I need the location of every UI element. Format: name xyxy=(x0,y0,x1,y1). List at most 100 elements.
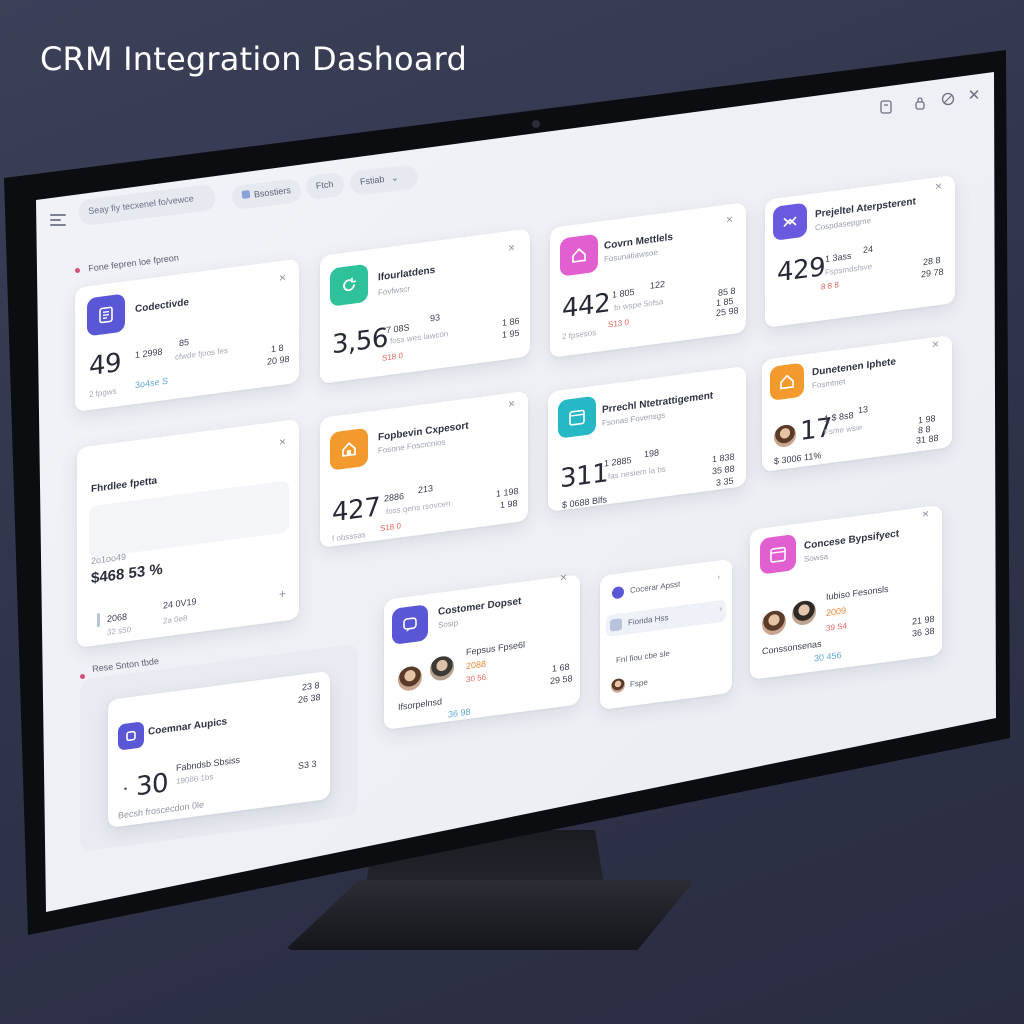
card-stat: 85 xyxy=(179,336,190,349)
lock-icon[interactable] xyxy=(912,96,928,112)
document-icon xyxy=(87,293,125,337)
card-note: cfwde fjoos fes xyxy=(175,345,228,362)
card-stat: 36 38 xyxy=(912,625,935,639)
close-icon[interactable]: × xyxy=(508,396,515,411)
card-stat: 26 38 xyxy=(298,692,321,705)
card-stat: 29 78 xyxy=(921,266,944,280)
card-subtitle: Fovfwscr xyxy=(378,284,410,298)
chart-placeholder xyxy=(89,480,289,559)
card-metric: 3,56 xyxy=(332,323,388,361)
filter-chip-2[interactable]: Ftch xyxy=(304,171,345,201)
card-stat: 1 $ 8s8 xyxy=(824,409,854,424)
integration-card[interactable]: Prejeltel Aterpsterent Cospdasepgme × 42… xyxy=(765,174,955,328)
close-icon[interactable]: × xyxy=(279,270,286,285)
card-stat: 1 2998 xyxy=(135,346,163,361)
chip-icon xyxy=(241,190,251,199)
webcam xyxy=(532,120,540,128)
integration-card[interactable]: Codectivde × 49 1 2998 85 cfwde fjoos fe… xyxy=(75,258,299,412)
financial-card[interactable]: Fhrdlee fpetta × 2o1oo49 $468 53 % 2068 … xyxy=(77,418,299,648)
plus-icon[interactable]: + xyxy=(279,586,286,601)
card-stat: 1 838 xyxy=(712,451,735,465)
card-footer: Ifsorpelnsd xyxy=(398,696,443,713)
integration-card[interactable]: Prrechl Ntetrattigement Fsonas Fovensgs … xyxy=(548,365,746,512)
chevron-right-icon: › xyxy=(719,603,722,614)
card-note: 2a 0e8 xyxy=(163,613,188,626)
card-value: $ 3006 11% xyxy=(774,450,822,467)
menu-icon[interactable] xyxy=(50,214,66,226)
chevron-right-icon: › xyxy=(717,572,720,582)
doc-icon[interactable] xyxy=(878,100,894,116)
globe-icon[interactable] xyxy=(940,92,956,108)
avatar xyxy=(790,597,818,629)
close-icon[interactable]: × xyxy=(726,212,733,227)
close-icon[interactable]: × xyxy=(279,434,286,449)
list-item[interactable]: Cocerar Apsst › xyxy=(608,568,724,605)
card-stat: 213 xyxy=(418,483,434,496)
card-footer: Conssonsenas xyxy=(762,638,822,657)
card-stat: 24 0V19 xyxy=(163,596,197,611)
section-dot xyxy=(80,674,85,679)
integration-card[interactable]: Dunetenen Iphete Fosmtnet × 17 1 $ 8s8 1… xyxy=(762,334,952,472)
card-stat: 21 98 xyxy=(912,613,935,627)
chevron-down-icon: ⌄ xyxy=(390,172,399,184)
card-note: f obsssas xyxy=(332,529,366,544)
card-delta: S18 0 xyxy=(382,351,403,363)
card-note: fo wspe 5ofsa xyxy=(614,297,664,313)
card-stat: 1 8 xyxy=(271,342,284,355)
close-icon[interactable]: × xyxy=(922,506,929,521)
card-title: Concese Bypsifyect xyxy=(804,528,900,552)
card-stat: 7 08S xyxy=(386,322,410,336)
close-icon[interactable]: × xyxy=(932,337,939,352)
integration-card[interactable]: Fopbevin Cxpesort Fosone Foscrcnios × 42… xyxy=(320,390,528,548)
integration-card[interactable]: Ifourlatdens Fovfwscr × 3,56 7 08S 93 fo… xyxy=(320,228,530,384)
avatar xyxy=(396,662,424,695)
card-subtitle: Sosip xyxy=(438,618,459,630)
filter-chip-1[interactable]: Bsostiers xyxy=(230,177,303,211)
home-icon xyxy=(330,427,368,471)
card-stat: 1 98 xyxy=(500,497,518,511)
card-note: 32 s50 xyxy=(107,624,132,638)
card-note: 2 fpgws xyxy=(89,386,117,400)
card-value: 3o4se S xyxy=(135,375,169,391)
link-icon xyxy=(773,202,807,241)
card-stat: 25 98 xyxy=(716,305,739,319)
card-metric: 442 xyxy=(562,288,611,325)
filter-chip-dropdown[interactable]: Fstiab ⌄ xyxy=(348,163,420,197)
integration-card[interactable]: Covrn Mettlels Fosunatiawsoe × 442 1 805… xyxy=(550,202,746,358)
card-stat: 1 2885 xyxy=(604,455,632,469)
card-delta: S13 0 xyxy=(608,317,629,330)
card-stat: 29 58 xyxy=(550,673,573,687)
avatar xyxy=(610,676,626,695)
customer-card[interactable]: Concese Bypsifyect Sowsa × Iubiso Fesons… xyxy=(750,504,942,680)
card-note: 19086 1bs xyxy=(176,772,214,787)
card-stat: 23 8 xyxy=(302,680,320,693)
avatar xyxy=(760,606,788,639)
card-stat: 1 68 xyxy=(552,661,570,674)
home-icon xyxy=(770,362,804,401)
close-icon[interactable]: × xyxy=(508,240,515,255)
card-title: Codectivde xyxy=(135,297,189,316)
card-stat: 1 805 xyxy=(612,286,635,300)
close-icon[interactable]: × xyxy=(560,570,567,585)
card-stat: 1 198 xyxy=(496,485,519,499)
card-subtitle: Fosmtnet xyxy=(812,377,846,391)
avatar xyxy=(428,652,456,685)
card-metric: 427 xyxy=(332,492,381,529)
card-note: fas nesiem la bs xyxy=(608,464,666,482)
card-stat: 3 35 xyxy=(716,475,734,488)
customer-card[interactable]: Costomer Dopset Sosip × Fepsus Fpse6l 20… xyxy=(384,570,580,730)
card-stat: 122 xyxy=(650,278,666,291)
card-title: Covrn Mettlels xyxy=(604,231,673,252)
chip-label: Bsostiers xyxy=(253,185,292,200)
card-stat: 28 8 xyxy=(923,254,941,268)
section-label: Fone fepren loe fpreon xyxy=(87,252,180,274)
list-card[interactable]: Cocerar Apsst › Fiorida Hss › Fnl fiou c… xyxy=(600,558,732,710)
list-item[interactable]: Fiorida Hss › xyxy=(606,599,726,638)
close-icon[interactable]: ✕ xyxy=(966,88,982,104)
card-metric: 30 xyxy=(136,768,169,803)
list-item-label: Fspe xyxy=(630,677,648,690)
card-stat: 35 88 xyxy=(712,463,735,477)
card-value: 36 98 xyxy=(448,706,471,720)
close-icon[interactable]: × xyxy=(935,179,942,194)
section-dot xyxy=(75,268,80,273)
